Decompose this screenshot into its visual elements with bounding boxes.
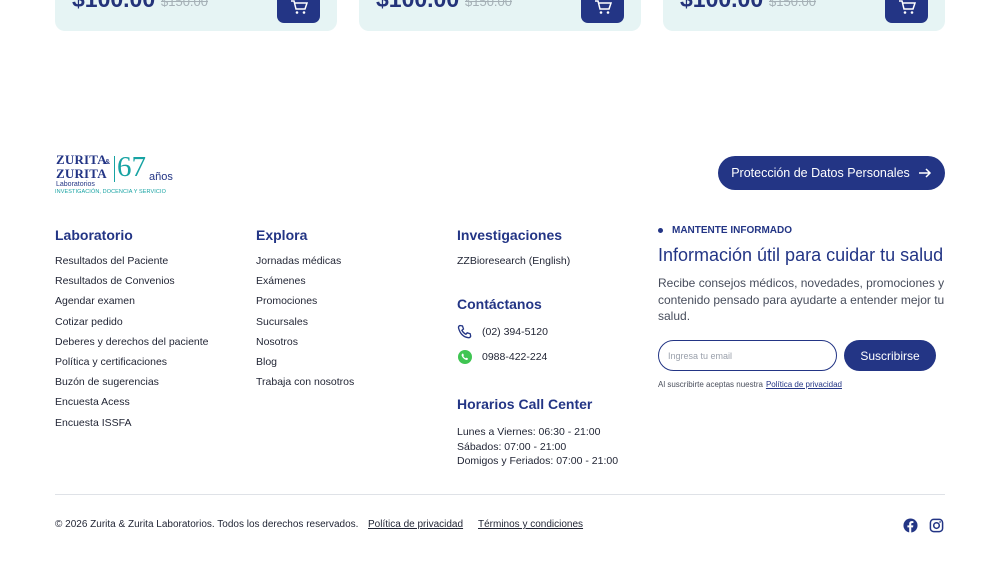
hours-heading: Horarios Call Center — [457, 396, 593, 412]
footer-link[interactable]: Nosotros — [256, 336, 354, 356]
product-old-price: $150.00 — [465, 0, 512, 9]
add-to-cart-button[interactable] — [885, 0, 928, 23]
product-old-price: $150.00 — [769, 0, 816, 9]
hours-saturday: Sábados: 07:00 - 21:00 — [457, 440, 567, 453]
product-card[interactable]: $100.00 $150.00 — [663, 0, 945, 31]
hours-sunday: Domigos y Feriados: 07:00 - 21:00 — [457, 455, 619, 468]
cart-icon — [594, 0, 612, 14]
instagram-icon[interactable] — [929, 518, 944, 533]
footer-link[interactable]: Promociones — [256, 295, 354, 315]
logo-divider — [114, 156, 115, 182]
data-protection-label: Protección de Datos Personales — [731, 166, 910, 180]
footer-link[interactable]: Resultados de Convenios — [55, 275, 209, 295]
product-old-price: $150.00 — [161, 0, 208, 9]
terms-link[interactable]: Términos y condiciones — [478, 519, 583, 530]
explora-links: Jornadas médicas Exámenes Promociones Su… — [256, 255, 354, 396]
footer-link[interactable]: Jornadas médicas — [256, 255, 354, 275]
footer-divider — [55, 494, 945, 495]
logo-years: 67 — [117, 151, 146, 183]
footer-link[interactable]: Agendar examen — [55, 295, 209, 315]
email-field[interactable] — [658, 340, 837, 371]
logo-tagline: INVESTIGACIÓN, DOCENCIA Y SERVICIO — [55, 189, 166, 195]
copyright-text: © 2026 Zurita & Zurita Laboratorios. Tod… — [55, 519, 359, 530]
footer-link[interactable]: Exámenes — [256, 275, 354, 295]
footer-link[interactable]: Política y certificaciones — [55, 356, 209, 376]
logo-wordmark: ZURITA ZURITA — [56, 152, 107, 181]
phone-contact[interactable]: (02) 394-5120 — [457, 324, 548, 340]
footer-link[interactable]: Cotizar pedido — [55, 316, 209, 336]
footer-link[interactable]: Encuesta Acess — [55, 396, 209, 416]
footer-link[interactable]: Deberes y derechos del paciente — [55, 336, 209, 356]
investigaciones-links: ZZBioresearch (English) — [457, 255, 570, 275]
subscribe-button[interactable]: Suscribirse — [844, 340, 936, 371]
contact-heading: Contáctanos — [457, 296, 542, 312]
whatsapp-contact[interactable]: 0988-422-224 — [457, 349, 547, 365]
hours-weekdays: Lunes a Viernes: 06:30 - 21:00 — [457, 426, 601, 438]
newsletter-description: Recibe consejos médicos, novedades, prom… — [658, 276, 945, 324]
newsletter-title: Información útil para cuidar tu salud — [658, 245, 944, 265]
facebook-icon[interactable] — [903, 518, 918, 533]
footer-link[interactable]: Blog — [256, 356, 354, 376]
bullet-dot — [658, 228, 663, 233]
footer-link[interactable]: ZZBioresearch (English) — [457, 255, 570, 275]
logo-ampersand: & — [105, 159, 111, 166]
product-price: $100.00 — [72, 0, 155, 13]
laboratorio-heading: Laboratorio — [55, 227, 133, 243]
cart-icon — [290, 0, 308, 14]
cart-icon — [898, 0, 916, 14]
footer-link[interactable]: Buzón de sugerencias — [55, 376, 209, 396]
phone-icon — [457, 324, 472, 339]
arrow-right-icon — [918, 168, 931, 178]
whatsapp-number: 0988-422-224 — [482, 351, 548, 363]
footer-link[interactable]: Sucursales — [256, 316, 354, 336]
explora-heading: Explora — [256, 227, 308, 243]
newsletter-kicker: MANTENTE INFORMADO — [658, 225, 792, 236]
product-card[interactable]: $100.00 $150.00 — [359, 0, 641, 31]
subscribe-note: Al suscribirte aceptas nuestra Política d… — [658, 380, 842, 389]
call-center-hours: Lunes a Viernes: 06:30 - 21:00 Sábados: … — [457, 425, 618, 469]
product-price: $100.00 — [376, 0, 459, 13]
product-card[interactable]: $100.00 $150.00 — [55, 0, 337, 31]
logo-subtitle: Laboratorios — [56, 181, 95, 188]
product-price: $100.00 — [680, 0, 763, 13]
privacy-policy-link[interactable]: Política de privacidad — [766, 380, 842, 389]
add-to-cart-button[interactable] — [581, 0, 624, 23]
laboratorio-links: Resultados del Paciente Resultados de Co… — [55, 255, 209, 437]
privacy-link[interactable]: Política de privacidad — [368, 519, 463, 530]
add-to-cart-button[interactable] — [277, 0, 320, 23]
company-logo[interactable]: ZURITA ZURITA & 67 años Laboratorios INV… — [55, 151, 180, 198]
whatsapp-icon — [458, 350, 472, 364]
footer-link[interactable]: Trabaja con nosotros — [256, 376, 354, 396]
investigaciones-heading: Investigaciones — [457, 227, 563, 243]
data-protection-button[interactable]: Protección de Datos Personales — [718, 156, 945, 190]
phone-number: (02) 394-5120 — [482, 326, 548, 338]
logo-years-suffix: años — [149, 171, 173, 183]
footer-link[interactable]: Resultados del Paciente — [55, 255, 209, 275]
footer-link[interactable]: Encuesta ISSFA — [55, 417, 209, 437]
